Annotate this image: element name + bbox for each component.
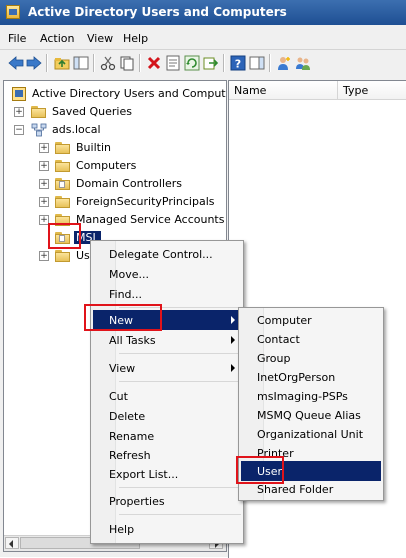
- submenu-item-msmq-queue-alias[interactable]: MSMQ Queue Alias: [241, 405, 381, 425]
- svg-text:?: ?: [235, 58, 241, 71]
- ou-folder-icon: [55, 178, 70, 190]
- menu-action[interactable]: Action: [40, 32, 74, 45]
- menu-item-view[interactable]: View: [93, 358, 241, 378]
- menu-item-export-list[interactable]: Export List...: [93, 464, 241, 484]
- up-folder-icon[interactable]: [54, 55, 70, 71]
- menu-separator: [119, 381, 241, 382]
- menu-item-delegate-control[interactable]: Delegate Control...: [93, 244, 241, 264]
- refresh-icon[interactable]: [184, 55, 200, 71]
- collapse-icon[interactable]: −: [14, 125, 24, 135]
- submenu-item-msimaging-psps[interactable]: msImaging-PSPs: [241, 386, 381, 406]
- column-type-label: Type: [343, 84, 369, 97]
- folder-icon: [31, 106, 46, 118]
- menu-separator: [119, 487, 241, 488]
- back-arrow-icon[interactable]: [8, 55, 24, 71]
- menu-help[interactable]: Help: [123, 32, 148, 45]
- menu-item-rename[interactable]: Rename: [93, 426, 241, 446]
- submenu-item-contact[interactable]: Contact: [241, 329, 381, 349]
- tree-label-saved-queries: Saved Queries: [52, 105, 132, 118]
- title-bar: Active Directory Users and Computers: [0, 0, 406, 25]
- menu-item-all-tasks[interactable]: All Tasks: [93, 330, 241, 350]
- menu-item-properties[interactable]: Properties: [93, 491, 241, 511]
- tree-node-domain-controllers[interactable]: + Domain Controllers: [4, 175, 226, 193]
- highlight-box-new: [84, 304, 162, 331]
- tree-label-domain: ads.local: [52, 123, 101, 136]
- toolbar: ?: [0, 51, 406, 75]
- tree-label-foreign-security-principals: ForeignSecurityPrincipals: [76, 195, 215, 208]
- folder-icon: [55, 142, 70, 154]
- help-icon[interactable]: ?: [230, 55, 246, 71]
- submenu-item-inetorgperson[interactable]: InetOrgPerson: [241, 367, 381, 387]
- show-hide-console-tree-icon[interactable]: [73, 55, 89, 71]
- copy-icon[interactable]: [119, 55, 135, 71]
- scroll-left-button[interactable]: [5, 537, 19, 549]
- column-name-label: Name: [234, 84, 267, 97]
- folder-icon: [55, 196, 70, 208]
- tree-label-root: Active Directory Users and Comput: [32, 87, 226, 100]
- window-title: Active Directory Users and Computers: [28, 5, 287, 19]
- tree-label-managed-service-accounts: Managed Service Accounts: [76, 213, 225, 226]
- menu-item-refresh[interactable]: Refresh: [93, 445, 241, 465]
- menu-separator: [119, 353, 241, 354]
- toolbar-separator: [223, 54, 225, 72]
- menu-item-help[interactable]: Help: [93, 519, 241, 539]
- menu-divider: [0, 49, 406, 50]
- properties-icon[interactable]: [165, 55, 181, 71]
- tree-node-computers[interactable]: + Computers: [4, 157, 226, 175]
- new-group-icon[interactable]: [295, 55, 311, 71]
- highlight-box-msl: [48, 223, 81, 249]
- aduc-app-icon: [6, 5, 20, 19]
- tree-label-computers: Computers: [76, 159, 137, 172]
- cut-icon[interactable]: [100, 55, 116, 71]
- tree-node-domain[interactable]: − ads.local: [4, 121, 226, 139]
- submenu-item-group[interactable]: Group: [241, 348, 381, 368]
- expand-icon[interactable]: +: [39, 161, 49, 171]
- tree-node-builtin[interactable]: + Builtin: [4, 139, 226, 157]
- aduc-root-icon: [12, 87, 26, 101]
- toolbar-separator: [139, 54, 141, 72]
- tree-node-managed-service-accounts[interactable]: + Managed Service Accounts: [4, 211, 226, 229]
- tree-label-domain-controllers: Domain Controllers: [76, 177, 183, 190]
- menu-bar: File Action View Help: [0, 27, 406, 49]
- expand-icon[interactable]: +: [39, 251, 49, 261]
- menu-item-move[interactable]: Move...: [93, 264, 241, 284]
- toolbar-separator: [93, 54, 95, 72]
- scroll-left-arrow-icon: [9, 540, 13, 548]
- show-action-pane-icon[interactable]: [249, 55, 265, 71]
- submenu-item-organizational-unit[interactable]: Organizational Unit: [241, 424, 381, 444]
- menu-item-cut[interactable]: Cut: [93, 386, 241, 406]
- menu-view[interactable]: View: [87, 32, 113, 45]
- tree-node-saved-queries[interactable]: + Saved Queries: [4, 103, 226, 121]
- submenu-arrow-icon: [231, 364, 235, 372]
- expand-icon[interactable]: +: [39, 197, 49, 207]
- context-menu: Delegate Control... Move... Find... New …: [90, 240, 244, 544]
- expand-icon[interactable]: +: [14, 107, 24, 117]
- tree-label-builtin: Builtin: [76, 141, 111, 154]
- expand-icon[interactable]: +: [39, 143, 49, 153]
- export-list-icon[interactable]: [203, 55, 219, 71]
- menu-separator: [119, 514, 241, 515]
- menu-item-delete[interactable]: Delete: [93, 406, 241, 426]
- mmc-window: Active Directory Users and Computers Fil…: [0, 0, 406, 558]
- menu-item-find[interactable]: Find...: [93, 284, 241, 304]
- delete-icon[interactable]: [146, 55, 162, 71]
- column-header-name[interactable]: Name: [229, 81, 338, 100]
- tree-label-users: Us: [76, 249, 90, 262]
- column-header-type[interactable]: Type: [338, 81, 406, 100]
- highlight-box-user: [236, 456, 284, 484]
- folder-icon: [55, 250, 70, 262]
- submenu-item-computer[interactable]: Computer: [241, 310, 381, 330]
- tree-node-root[interactable]: Active Directory Users and Comput: [7, 85, 226, 103]
- tree-node-foreign-security-principals[interactable]: + ForeignSecurityPrincipals: [4, 193, 226, 211]
- folder-icon: [55, 160, 70, 172]
- submenu-arrow-icon: [231, 336, 235, 344]
- forward-arrow-icon[interactable]: [26, 55, 42, 71]
- submenu-arrow-icon: [231, 316, 235, 324]
- new-user-icon[interactable]: [276, 55, 292, 71]
- expand-icon[interactable]: +: [39, 179, 49, 189]
- toolbar-separator: [269, 54, 271, 72]
- domain-icon: [31, 123, 47, 137]
- menu-file[interactable]: File: [8, 32, 26, 45]
- toolbar-separator: [46, 54, 48, 72]
